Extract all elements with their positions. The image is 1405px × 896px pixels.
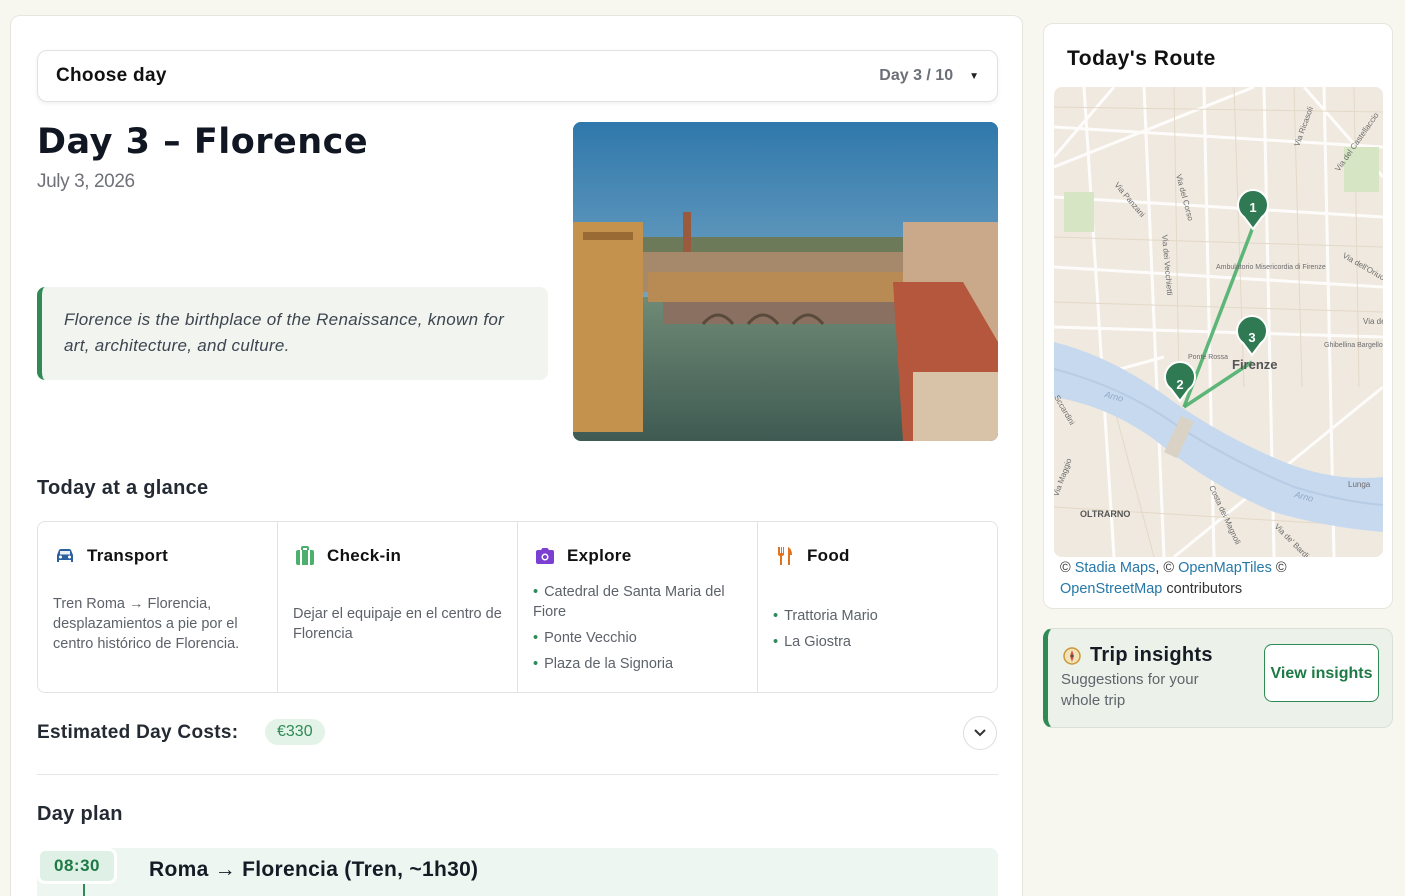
costs-amount-badge: €330 (265, 719, 325, 745)
checkin-label: Check-in (327, 546, 402, 565)
svg-text:1: 1 (1249, 200, 1256, 215)
openmaptiles-link[interactable]: OpenMapTiles (1178, 560, 1272, 576)
glance-transport: Transport Tren Roma → Florencia, desplaz… (38, 522, 278, 692)
car-icon (57, 549, 73, 562)
glance-food: Food Trattoria Mario La Giostra (758, 522, 997, 692)
route-title: Today's Route (1067, 47, 1216, 70)
list-item: Ponte Vecchio (533, 628, 742, 648)
timeline-line (83, 884, 85, 896)
list-item: Plaza de la Signoria (533, 654, 742, 674)
compass-icon (1063, 646, 1081, 665)
map-label-district: OLTRARNO (1080, 509, 1130, 519)
day-select-label: Choose day (56, 65, 167, 86)
caret-down-icon: ▼ (969, 70, 979, 82)
map-label-lunga: Lunga (1348, 480, 1371, 489)
route-map[interactable]: Via Ricasoli Via del Castellaccio Via Pa… (1054, 87, 1383, 557)
explore-label: Explore (567, 546, 632, 565)
luggage-icon (296, 546, 314, 565)
checkin-text: Dejar el equipaje en el centro de Floren… (293, 606, 502, 642)
map-label-via-p: Via del P (1363, 317, 1383, 326)
page-title: Day 3 – Florence (37, 122, 369, 162)
glance-title: Today at a glance (37, 477, 209, 499)
day-select-value: Day 3 / 10 ▼ (879, 67, 979, 85)
plan-item[interactable]: 08:30 Roma → Florencia (Tren, ~1h30) (37, 848, 998, 896)
map-label-ponte: Ponte Rossa (1188, 354, 1228, 361)
day-plan-title: Day plan (37, 803, 123, 825)
main-card: Choose day Day 3 / 10 ▼ Day 3 – Florence… (10, 15, 1023, 896)
list-item: Trattoria Mario (773, 606, 982, 626)
camera-icon (536, 548, 554, 564)
city-photo (573, 122, 998, 441)
city-quote: Florence is the birthplace of the Renais… (37, 287, 548, 380)
transport-label: Transport (87, 546, 169, 565)
route-card: Today's Route Via Ricasoli Via del Caste… (1043, 23, 1393, 609)
food-list: Trattoria Mario La Giostra (773, 606, 982, 652)
explore-list: Catedral de Santa Maria del Fiore Ponte … (533, 582, 742, 674)
stadia-maps-link[interactable]: Stadia Maps (1075, 560, 1156, 576)
insights-subtitle: Suggestions for your whole trip (1061, 671, 1199, 709)
svg-text:2: 2 (1176, 377, 1183, 392)
list-item: Catedral de Santa Maria del Fiore (533, 582, 742, 622)
plan-time-badge: 08:30 (37, 848, 117, 884)
map-label-ambulatorio: Ambulatorio Misericordia di Firenze (1216, 264, 1326, 271)
glance-checkin: Check-in Dejar el equipaje en el centro … (278, 522, 518, 692)
day-select-current: Day 3 / 10 (879, 67, 954, 84)
insights-card: Trip insights Suggestions for your whole… (1043, 628, 1393, 728)
view-insights-button[interactable]: View insights (1264, 644, 1379, 702)
fork-knife-icon (778, 547, 792, 565)
day-date: July 3, 2026 (37, 171, 135, 192)
map-label-ghibellina: Ghibellina Bargello (1324, 342, 1383, 349)
food-label: Food (807, 546, 850, 565)
insights-title: Trip insights (1090, 644, 1213, 666)
chevron-down-icon (974, 729, 986, 737)
glance-explore: Explore Catedral de Santa Maria del Fior… (518, 522, 758, 692)
costs-label: Estimated Day Costs: (37, 722, 239, 743)
glance-grid: Transport Tren Roma → Florencia, desplaz… (37, 521, 998, 693)
costs-expand-button[interactable] (963, 716, 997, 750)
map-label-city: Firenze (1232, 357, 1278, 372)
svg-text:3: 3 (1248, 330, 1255, 345)
list-item: La Giostra (773, 632, 982, 652)
divider (37, 774, 998, 775)
day-select-dropdown[interactable]: Choose day Day 3 / 10 ▼ (37, 50, 998, 102)
map-canvas: Via Ricasoli Via del Castellaccio Via Pa… (1054, 87, 1383, 557)
plan-item-title: Roma → Florencia (Tren, ~1h30) (149, 858, 479, 881)
openstreetmap-link[interactable]: OpenStreetMap (1060, 581, 1162, 597)
map-attribution: © Stadia Maps, © OpenMapTiles © OpenStre… (1060, 560, 1287, 597)
florence-photo-image (573, 122, 998, 441)
transport-text: Tren Roma → Florencia, desplazamientos a… (53, 596, 240, 652)
